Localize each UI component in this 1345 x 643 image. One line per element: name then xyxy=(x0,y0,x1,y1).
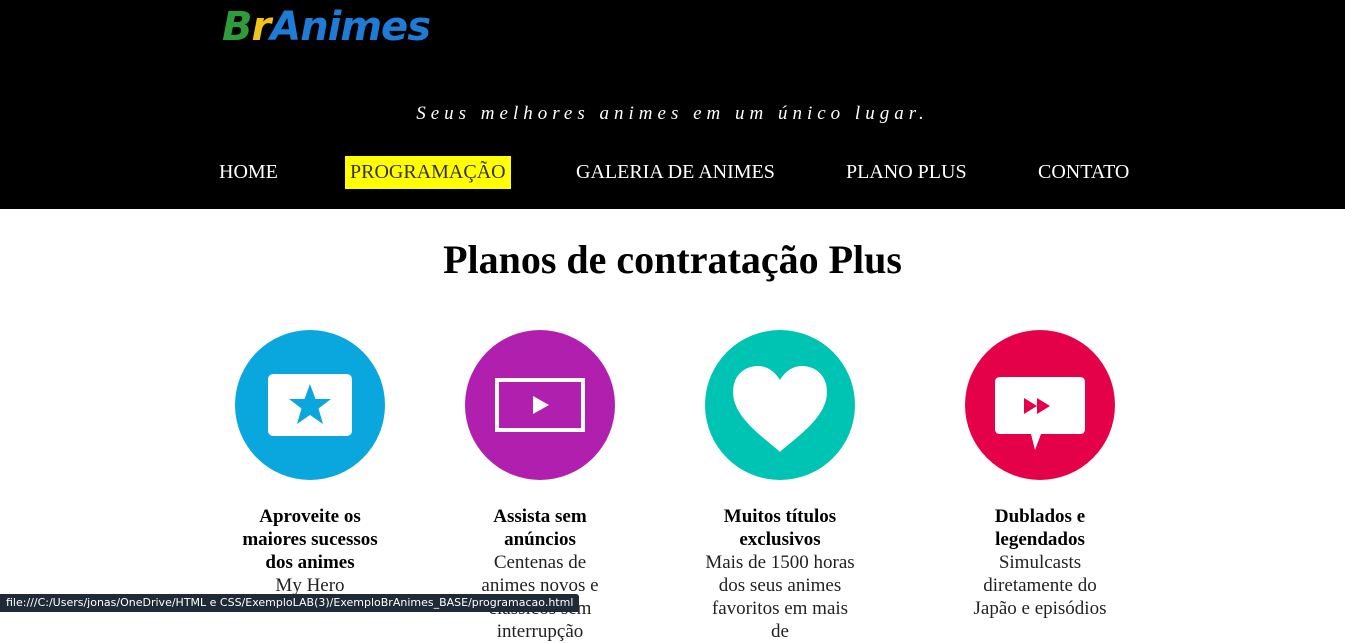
star-screen-icon xyxy=(235,330,385,480)
feature-card-sucessos: Aproveite os maiores sucessos dos animes… xyxy=(235,330,385,480)
heart-icon xyxy=(705,330,855,480)
nav-item-galeria-de-animes[interactable]: GALERIA DE ANIMES xyxy=(576,156,775,189)
feature-card-dublados: Dublados e legendados Simulcasts diretam… xyxy=(965,330,1115,480)
feature-text: Aproveite os maiores sucessos dos animes… xyxy=(215,505,405,597)
site-logo[interactable]: BrAnimes xyxy=(222,2,430,52)
page-title: Planos de contratação Plus xyxy=(0,235,1345,285)
feature-title: Dublados e legendados xyxy=(945,505,1135,551)
site-header: BrAnimes Seus melhores animes em um únic… xyxy=(0,0,1345,209)
nav-item-home[interactable]: HOME xyxy=(219,156,278,189)
nav-item-programacao[interactable]: PROGRAMAÇÃO xyxy=(345,156,511,189)
browser-status-bar-url: file:///C:/Users/jonas/OneDrive/HTML e C… xyxy=(0,594,579,612)
logo-word-animes: Animes xyxy=(270,4,430,50)
feature-text: Assista sem anúncios Centenas de animes … xyxy=(445,505,635,643)
feature-title: Aproveite os maiores sucessos dos animes xyxy=(215,505,405,574)
main-nav: HOME PROGRAMAÇÃO GALERIA DE ANIMES PLANO… xyxy=(0,156,1345,189)
feature-title: Assista sem anúncios xyxy=(445,505,635,551)
feature-text: Dublados e legendados Simulcasts diretam… xyxy=(945,505,1135,620)
feature-card-sem-anuncios: Assista sem anúncios Centenas de animes … xyxy=(465,330,615,480)
site-tagline: Seus melhores animes em um único lugar. xyxy=(0,103,1345,125)
feature-description: Simulcasts diretamente do Japão e episód… xyxy=(945,551,1135,620)
logo-letter-r: r xyxy=(252,4,271,50)
feature-card-exclusivos: Muitos títulos exclusivos Mais de 1500 h… xyxy=(705,330,855,480)
feature-text: Muitos títulos exclusivos Mais de 1500 h… xyxy=(685,505,875,643)
feature-title: Muitos títulos exclusivos xyxy=(685,505,875,551)
nav-item-plano-plus[interactable]: PLANO PLUS xyxy=(846,156,967,189)
fast-forward-chat-icon xyxy=(965,330,1115,480)
play-screen-icon xyxy=(465,330,615,480)
logo-letter-b: B xyxy=(222,4,252,50)
nav-item-contato[interactable]: CONTATO xyxy=(1038,156,1129,189)
feature-description: Mais de 1500 horas dos seus animes favor… xyxy=(685,551,875,643)
